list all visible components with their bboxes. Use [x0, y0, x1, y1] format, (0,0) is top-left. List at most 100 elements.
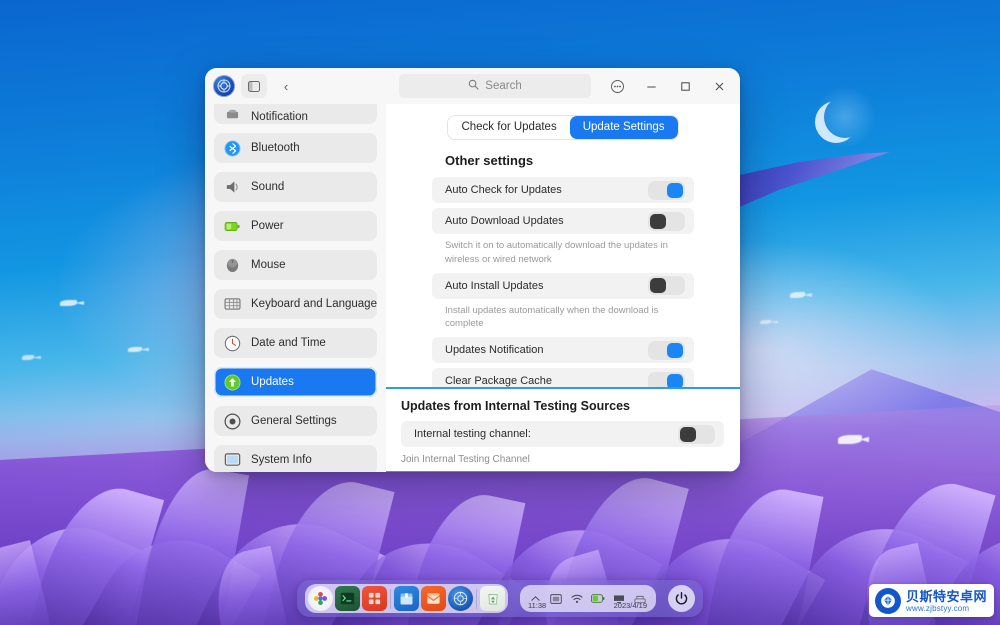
control-center-icon[interactable]: [448, 586, 473, 611]
desktop: ‹ Search Notification Bluetooth Sound Po…: [0, 0, 1000, 625]
tab-bar: Check for Updates Update Settings: [432, 116, 694, 139]
sidebar-toggle-button[interactable]: [241, 74, 267, 98]
window-controls: [600, 71, 740, 101]
updates-icon: [224, 373, 241, 391]
sidebar-item-notification[interactable]: Notification: [214, 104, 377, 124]
trash-icon[interactable]: [480, 586, 505, 611]
auto-install-hint: Install updates automatically when the d…: [445, 304, 659, 330]
file-manager-icon[interactable]: [394, 586, 419, 611]
app-store-icon[interactable]: [362, 586, 387, 611]
dock-separator: [390, 588, 391, 609]
mail-icon[interactable]: [421, 586, 446, 611]
sidebar-item-label: Sound: [251, 181, 285, 193]
fish-icon: [128, 347, 142, 352]
launcher-icon[interactable]: [308, 586, 333, 611]
watermark-text: 贝斯特安卓网 www.zjbstyy.com: [906, 590, 987, 613]
taskbar: 11:38 2023/4/19: [297, 580, 703, 617]
display-icon[interactable]: [612, 593, 626, 605]
setting-label: Auto Install Updates: [445, 279, 544, 292]
site-watermark: 贝斯特安卓网 www.zjbstyy.com: [868, 584, 994, 617]
clock-icon: [224, 335, 241, 352]
settings-content: Check for Updates Update Settings Other …: [386, 104, 740, 472]
auto-install-updates-toggle[interactable]: [648, 276, 685, 296]
setting-label: Internal testing channel:: [414, 428, 531, 440]
watermark-logo-icon: [874, 588, 901, 614]
search-area: Search: [390, 74, 600, 98]
auto-download-hint: Switch it on to automatically download t…: [445, 240, 668, 265]
sidebar[interactable]: Notification Bluetooth Sound Power Mouse…: [205, 104, 386, 472]
dock-app-group: [305, 584, 508, 613]
settings-window: ‹ Search Notification Bluetooth Sound Po…: [205, 68, 740, 472]
sidebar-item-label: Notification: [251, 111, 308, 123]
join-internal-testing-channel-link[interactable]: Join Internal Testing Channel: [401, 454, 724, 465]
titlebar-left-group: ‹: [205, 74, 390, 98]
crescent-moon: [814, 86, 876, 148]
sidebar-item-label: Date and Time: [251, 337, 326, 349]
general-settings-icon: [224, 413, 241, 430]
sidebar-item-label: Bluetooth: [251, 142, 300, 154]
auto-check-for-updates-toggle[interactable]: [648, 180, 685, 200]
tab-update-settings[interactable]: Update Settings: [569, 116, 678, 139]
tab-group: Check for Updates Update Settings: [448, 116, 678, 139]
keyboard-icon: [224, 296, 241, 313]
setting-label: Auto Download Updates: [445, 215, 564, 227]
window-body: Notification Bluetooth Sound Power Mouse…: [205, 104, 740, 472]
sidebar-item-updates[interactable]: Updates: [214, 367, 377, 397]
network-icon[interactable]: [633, 593, 647, 605]
chevron-up-icon[interactable]: [528, 593, 542, 605]
sidebar-item-bluetooth[interactable]: Bluetooth: [214, 133, 377, 163]
menu-button[interactable]: [600, 71, 634, 101]
sidebar-item-label: System Info: [251, 454, 312, 466]
tray-icon-group: [528, 593, 647, 605]
setting-label: Updates Notification: [445, 344, 544, 357]
auto-download-updates-toggle[interactable]: [648, 211, 685, 231]
sidebar-item-label: Keyboard and Language: [251, 298, 377, 310]
sound-icon: [224, 179, 241, 196]
battery-icon[interactable]: [591, 593, 605, 605]
minimize-button[interactable]: [634, 71, 668, 101]
sidebar-item-label: Power: [251, 220, 284, 232]
wifi-icon[interactable]: [570, 593, 584, 605]
setting-label: Clear Package Cache: [445, 375, 553, 388]
internal-testing-title: Updates from Internal Testing Sources: [401, 399, 630, 413]
window-titlebar: ‹ Search: [205, 68, 740, 104]
deepin-logo: [213, 75, 235, 97]
setting-row-auto-install-updates[interactable]: Auto Install Updates: [432, 272, 694, 299]
sidebar-item-power[interactable]: Power: [214, 211, 377, 241]
setting-row-internal-testing-channel[interactable]: Internal testing channel:: [401, 421, 724, 447]
keyboard-tray-icon[interactable]: [549, 593, 563, 605]
setting-row-auto-check-for-updates[interactable]: Auto Check for Updates: [432, 177, 694, 203]
notification-icon: [224, 106, 241, 123]
sidebar-item-keyboard-and-language[interactable]: Keyboard and Language: [214, 289, 377, 319]
sidebar-item-system-info[interactable]: System Info: [214, 445, 377, 472]
close-button[interactable]: [702, 71, 736, 101]
sidebar-item-label: Mouse: [251, 259, 286, 271]
updates-notification-toggle[interactable]: [648, 340, 685, 360]
setting-row-updates-notification[interactable]: Updates Notification: [432, 337, 694, 364]
terminal-icon[interactable]: [335, 586, 360, 611]
fish-icon: [760, 320, 771, 324]
watermark-url: www.zjbstyy.com: [905, 603, 970, 613]
fish-icon: [790, 292, 805, 298]
sidebar-item-date-and-time[interactable]: Date and Time: [214, 328, 377, 358]
search-input[interactable]: Search: [399, 74, 591, 98]
mouse-icon: [224, 257, 241, 274]
search-placeholder: Search: [485, 80, 522, 92]
tab-check-for-updates[interactable]: Check for Updates: [448, 116, 570, 139]
sidebar-item-general-settings[interactable]: General Settings: [214, 406, 377, 436]
bluetooth-icon: [224, 139, 241, 157]
sidebar-item-mouse[interactable]: Mouse: [214, 250, 377, 280]
maximize-button[interactable]: [668, 71, 702, 101]
fish-icon: [22, 355, 34, 360]
power-button[interactable]: [668, 585, 695, 612]
fish-icon: [60, 300, 77, 306]
section-title: Other settings: [445, 153, 534, 168]
setting-row-auto-download-updates[interactable]: Auto Download Updates: [432, 208, 694, 234]
watermark-title: 贝斯特安卓网: [905, 588, 987, 604]
system-info-icon: [224, 452, 241, 469]
internal-testing-channel-toggle[interactable]: [678, 424, 715, 444]
system-tray: [520, 585, 656, 612]
sidebar-item-sound[interactable]: Sound: [214, 172, 377, 202]
back-button[interactable]: ‹: [273, 74, 299, 98]
power-icon: [224, 218, 241, 235]
